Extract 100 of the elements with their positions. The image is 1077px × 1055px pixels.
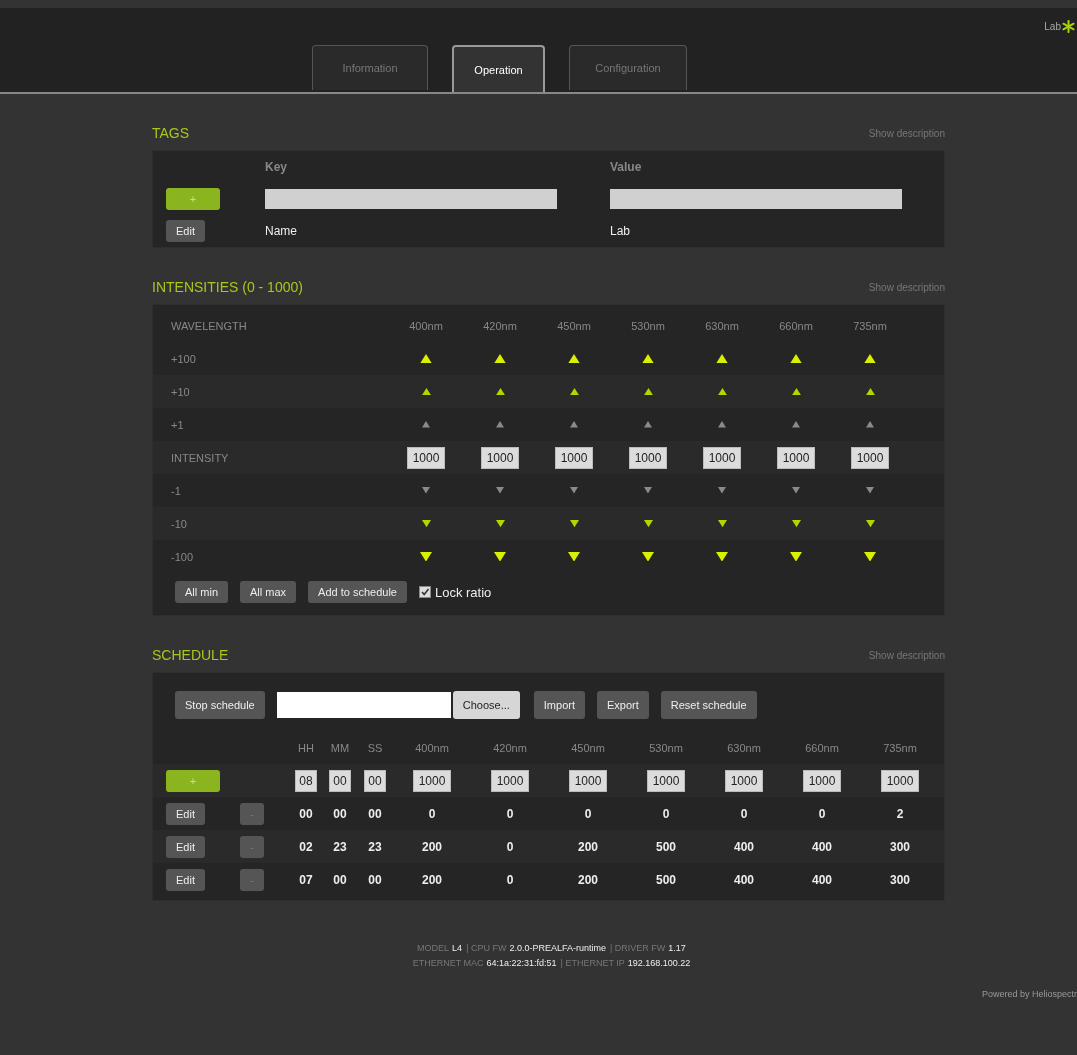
edit-button[interactable]: Edit [166,802,205,825]
file-field[interactable] [276,692,451,718]
toolbar-button[interactable]: Import [533,691,585,719]
input-field[interactable]: 1000 [802,769,842,792]
action-button[interactable]: All min [175,581,228,603]
up-triangle-icon[interactable] [642,353,654,364]
column-header: 735nm [882,741,918,754]
intensity-field[interactable]: 1000 [554,446,594,469]
intensity-field[interactable]: 1000 [628,446,668,469]
intensity-field[interactable]: 1000 [480,446,520,469]
toolbar-button[interactable]: Reset schedule [660,691,757,719]
table-cell: 00 [368,806,382,821]
input-field[interactable]: 00 [364,769,386,792]
up-triangle-icon[interactable] [716,353,728,364]
input-field[interactable] [610,189,902,209]
action-button[interactable]: Add to schedule [308,581,407,603]
column-header: 660nm [778,319,814,332]
down-triangle-icon[interactable] [642,551,654,562]
up-triangle-icon[interactable] [495,387,505,396]
powered-by-text: Powered by Heliospectr [981,989,1077,999]
brand-label: Lab [1044,21,1061,32]
edit-button[interactable]: Edit [166,868,205,891]
table-cell: 00 [299,806,313,821]
down-triangle-icon[interactable] [495,519,505,528]
down-triangle-icon[interactable] [790,551,802,562]
up-triangle-icon[interactable] [791,387,801,396]
up-triangle-icon[interactable] [717,387,727,396]
row-label: +1 [170,418,185,431]
down-triangle-icon[interactable] [568,551,580,562]
edit-button[interactable]: Edit [166,220,205,242]
down-triangle-icon[interactable] [494,551,506,562]
column-header: 530nm [630,319,666,332]
down-triangle-icon[interactable] [569,519,579,528]
down-triangle-icon[interactable] [421,519,431,528]
column-header: 660nm [804,741,840,754]
checkbox-label: Lock ratio [434,584,492,600]
intensity-field[interactable]: 1000 [406,446,446,469]
up-triangle-icon[interactable] [494,353,506,364]
down-triangle-icon[interactable] [643,519,653,528]
column-header: Key [265,160,288,174]
up-triangle-icon[interactable] [643,387,653,396]
table-cell: 0 [506,872,514,887]
input-field[interactable]: 1000 [412,769,452,792]
table-cell: 200 [578,839,598,854]
up-triangle-icon[interactable] [569,387,579,396]
tab[interactable]: Operation [452,45,545,92]
intensity-field[interactable]: 1000 [702,446,742,469]
up-triangle-icon[interactable] [420,353,432,364]
input-field[interactable]: 08 [295,769,317,792]
row-label: +100 [170,352,197,365]
down-triangle-icon[interactable] [865,519,875,528]
column-header: 400nm [414,741,450,754]
down-triangle-icon[interactable] [864,551,876,562]
table-cell: 23 [368,839,382,854]
section-title: SCHEDULE [152,647,229,663]
footer-value: 64:1a:22:31:fd:51 [486,958,557,968]
stop-schedule-button[interactable]: Stop schedule [175,691,265,719]
table-cell: 200 [422,872,442,887]
column-header: SS [366,741,384,754]
down-triangle-icon[interactable] [717,519,727,528]
column-header: 450nm [556,319,592,332]
action-button[interactable]: All max [240,581,297,603]
table-cell: 200 [422,839,442,854]
input-field[interactable]: 00 [329,769,351,792]
input-field[interactable]: 1000 [724,769,764,792]
up-triangle-icon[interactable] [865,387,875,396]
input-field[interactable] [265,189,557,209]
footer-value: 2.0.0-PREALFA-runtime [509,943,606,953]
down-triangle-icon[interactable] [716,551,728,562]
intensity-field[interactable]: 1000 [776,446,816,469]
input-field[interactable]: 1000 [490,769,530,792]
up-triangle-icon[interactable] [864,353,876,364]
input-field[interactable]: 1000 [646,769,686,792]
input-field[interactable]: 1000 [568,769,608,792]
table-cell: 400 [734,872,754,887]
up-triangle-icon[interactable] [568,353,580,364]
column-header: 735nm [852,319,888,332]
choose-button[interactable]: Choose... [452,691,520,719]
table-cell: 0 [506,806,514,821]
down-triangle-icon[interactable] [791,519,801,528]
edit-button[interactable]: Edit [166,835,205,858]
table-cell: 00 [368,872,382,887]
table-cell-text: Lab [610,224,632,238]
table-cell: 23 [333,839,347,854]
table-cell: 200 [578,872,598,887]
column-header: 450nm [570,741,606,754]
intensity-field[interactable]: 1000 [850,446,890,469]
table-cell: 0 [428,806,436,821]
up-triangle-icon[interactable] [421,387,431,396]
footer-label: ETHERNET MAC [412,958,484,968]
checkbox[interactable] [418,586,431,598]
footer-label: | CPU FW [466,943,507,953]
row-label: +10 [170,385,191,398]
footer-label: MODEL [417,943,450,953]
column-header: 530nm [648,741,684,754]
table-cell: 00 [333,806,347,821]
toolbar-button[interactable]: Export [597,691,649,719]
down-triangle-icon[interactable] [420,551,432,562]
up-triangle-icon[interactable] [790,353,802,364]
input-field[interactable]: 1000 [880,769,920,792]
